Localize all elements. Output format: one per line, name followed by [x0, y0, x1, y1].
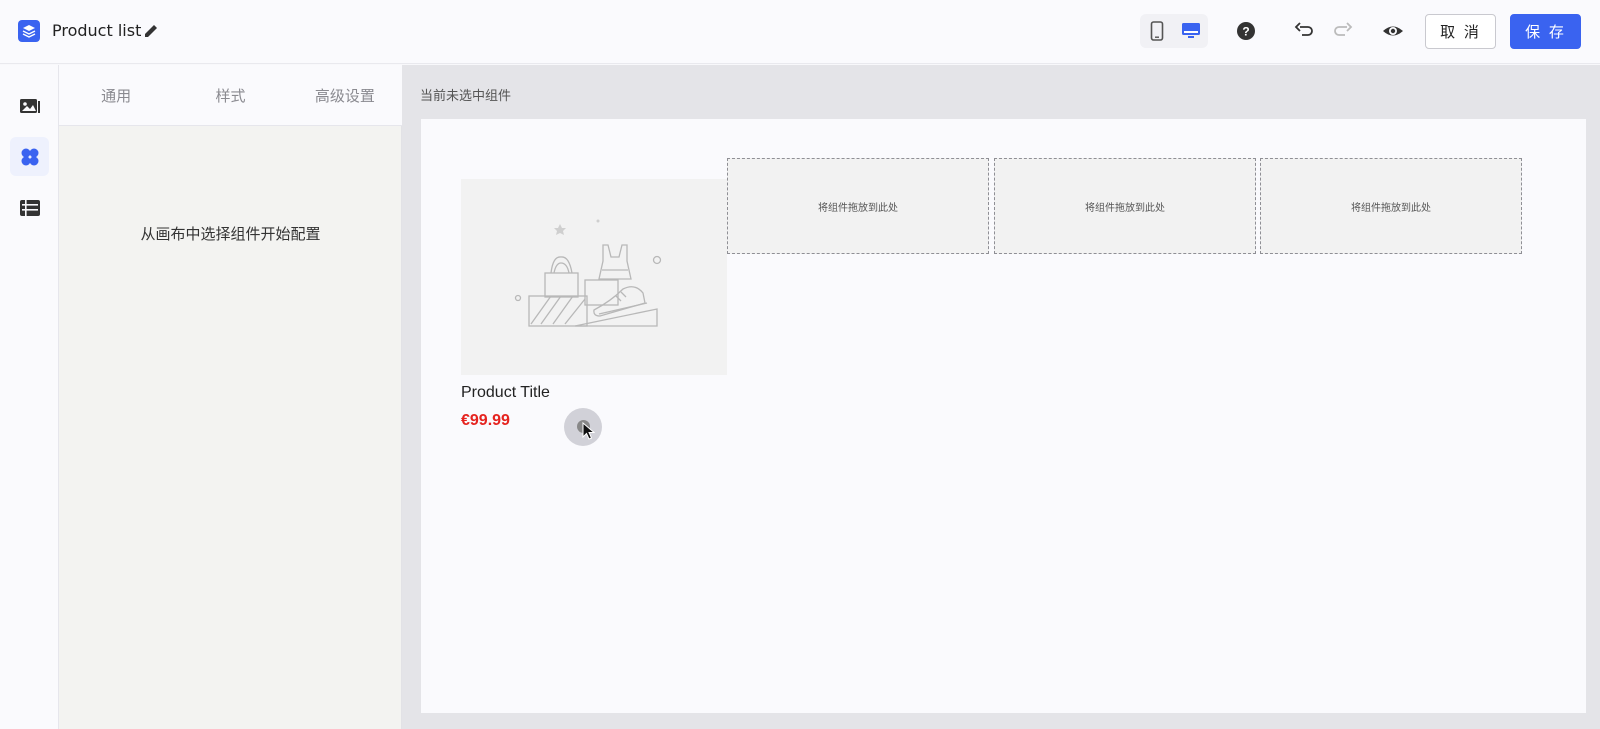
empty-config-hint: 从画布中选择组件开始配置 — [140, 225, 321, 243]
tab-style[interactable]: 样式 — [173, 65, 287, 125]
top-bar: Product list ? 取 消 保 存 — [0, 0, 1600, 64]
product-price[interactable]: €99.99 — [461, 412, 510, 430]
page-title: Product list — [52, 21, 142, 40]
media-icon[interactable] — [10, 86, 49, 125]
cursor-highlight — [564, 408, 602, 446]
dropzone[interactable]: 将组件拖放到此处 — [727, 158, 989, 254]
product-image-placeholder[interactable] — [461, 179, 727, 375]
svg-text:?: ? — [1242, 25, 1249, 39]
preview-icon[interactable] — [1382, 21, 1404, 41]
dropzone[interactable]: 将组件拖放到此处 — [1260, 158, 1522, 254]
tab-general[interactable]: 通用 — [59, 65, 173, 125]
selection-status: 当前未选中组件 — [420, 89, 512, 104]
product-illustration-icon — [514, 219, 662, 327]
product-title[interactable]: Product Title — [461, 384, 550, 402]
canvas-area: 当前未选中组件 Product Title €99.99 将组件拖放到此处 将组… — [402, 65, 1600, 729]
config-tabs: 通用 样式 高级设置 — [59, 65, 402, 126]
device-toggle — [1140, 14, 1208, 48]
layers-icon[interactable] — [10, 188, 49, 227]
app-logo-icon — [18, 20, 40, 42]
config-panel: 通用 样式 高级设置 从画布中选择组件开始配置 — [59, 65, 402, 729]
edit-title-icon[interactable] — [142, 22, 160, 40]
desktop-icon[interactable] — [1178, 18, 1204, 44]
left-rail — [0, 65, 59, 729]
components-icon[interactable] — [10, 137, 49, 176]
cursor-pointer-icon — [582, 422, 596, 440]
tab-advanced[interactable]: 高级设置 — [288, 65, 402, 125]
canvas[interactable]: Product Title €99.99 将组件拖放到此处 将组件拖放到此处 将… — [421, 119, 1586, 713]
mobile-icon[interactable] — [1144, 18, 1170, 44]
redo-icon[interactable] — [1333, 21, 1353, 41]
cancel-button[interactable]: 取 消 — [1425, 14, 1496, 49]
dropzone[interactable]: 将组件拖放到此处 — [994, 158, 1256, 254]
undo-icon[interactable] — [1294, 21, 1314, 41]
help-icon[interactable]: ? — [1236, 21, 1256, 41]
save-button[interactable]: 保 存 — [1510, 14, 1581, 49]
